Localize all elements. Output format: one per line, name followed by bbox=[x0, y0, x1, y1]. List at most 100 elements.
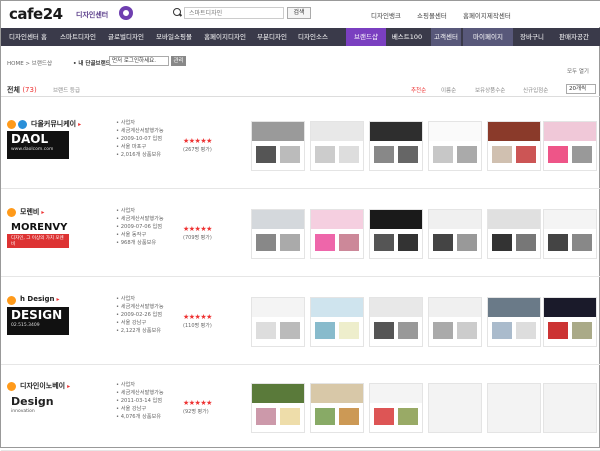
design-thumbnail[interactable] bbox=[369, 297, 423, 347]
design-thumbnail[interactable] bbox=[251, 297, 305, 347]
design-thumbnail[interactable] bbox=[428, 209, 482, 259]
vendor-info-line: 세금계산서발행가능 bbox=[116, 127, 164, 135]
design-thumbnail[interactable] bbox=[251, 209, 305, 259]
design-thumbnail[interactable] bbox=[251, 383, 305, 433]
link-shopping-center[interactable]: 쇼핑몰센터 bbox=[417, 12, 447, 20]
thumbnail-preview-block bbox=[311, 298, 363, 318]
vendor-logo[interactable]: MORENVY 디자인, 그 이상의 가치 모렌비 bbox=[7, 219, 69, 248]
nav-item-brand-shop[interactable]: 브랜드샵 bbox=[346, 28, 386, 46]
vendor-name-text: 모렌비 bbox=[20, 208, 40, 216]
sort-product-count[interactable]: 보유상품수순 bbox=[475, 86, 505, 94]
thumbnail-preview-block bbox=[280, 322, 300, 339]
nav-item-smart-design[interactable]: 스마트디자인 bbox=[55, 28, 101, 46]
vendor-logo[interactable]: DAOL www.daolcom.com bbox=[7, 131, 69, 159]
thumbnail-preview-block bbox=[433, 234, 453, 251]
thumbnail-preview-block bbox=[516, 146, 536, 163]
nav-item-mobile-mall[interactable]: 모바일쇼핑몰 bbox=[151, 28, 197, 46]
star-rating-icon: ★★★★★ bbox=[183, 399, 212, 407]
main-nav: 디자인센터 홈 스마트디자인 글로벌디자인 모바일쇼핑몰 홈페이지디자인 부분디… bbox=[1, 28, 600, 46]
tab-brand-rank[interactable]: 브랜드 등급 bbox=[53, 86, 80, 94]
logo-mark-icon bbox=[119, 6, 133, 20]
cafe24-logo[interactable]: cafe24 bbox=[9, 5, 63, 23]
thumbnail-preview-block bbox=[339, 322, 359, 339]
vendor-name[interactable]: 모렌비 ▸ bbox=[20, 207, 44, 217]
tab-all-count: (73) bbox=[22, 86, 37, 94]
vendor-name-text: 디자인이노베이 bbox=[20, 382, 66, 390]
star-rating-icon: ★★★★★ bbox=[183, 313, 212, 321]
vendor-info-line: 세금계산서발행가능 bbox=[116, 303, 164, 311]
thumbnail-preview-block bbox=[252, 122, 304, 142]
design-thumbnail[interactable] bbox=[543, 209, 597, 259]
thumbnail-preview-block bbox=[488, 122, 540, 142]
thumbnail-preview-block bbox=[572, 322, 592, 339]
search-input[interactable] bbox=[184, 7, 284, 19]
top-bar: cafe24 디자인센터 검색 디자인뱅크 쇼핑몰센터 홈페이지제작센터 bbox=[1, 1, 600, 27]
vendor-name[interactable]: h Design ▸ bbox=[20, 295, 60, 303]
design-thumbnail[interactable] bbox=[543, 121, 597, 171]
thumbnail-preview-block bbox=[252, 298, 304, 318]
design-thumbnail[interactable] bbox=[310, 297, 364, 347]
nav-item-design-source[interactable]: 디자인소스 bbox=[293, 28, 333, 46]
nav-item-partial-design[interactable]: 부분디자인 bbox=[253, 28, 291, 46]
thumbnail-preview-block bbox=[370, 122, 422, 142]
design-thumbnail[interactable] bbox=[369, 209, 423, 259]
design-thumbnail[interactable] bbox=[310, 121, 364, 171]
vendor-name[interactable]: 다올커뮤니케이 ▸ bbox=[31, 119, 81, 129]
vendor-logo-subtext: innovation bbox=[11, 409, 35, 414]
design-thumbnail[interactable] bbox=[487, 121, 541, 171]
tab-all-label: 전체 bbox=[7, 86, 20, 94]
vendor-rating: ★★★★★ (92명 평가) bbox=[183, 399, 212, 415]
thumbnail-preview-block bbox=[252, 384, 304, 404]
design-thumbnail[interactable] bbox=[428, 297, 482, 347]
design-thumbnail[interactable] bbox=[428, 121, 482, 171]
vendor-info-line: 968개 상품보유 bbox=[116, 239, 164, 247]
link-homepage-center[interactable]: 홈페이지제작센터 bbox=[463, 12, 511, 20]
vendor-info: 사업자세금계산서발행가능2009-02-26 입점서울 강남구2,122개 상품… bbox=[116, 295, 164, 335]
design-thumbnail[interactable] bbox=[251, 121, 305, 171]
thumbnail-preview-block bbox=[433, 146, 453, 163]
design-thumbnail[interactable] bbox=[543, 297, 597, 347]
design-thumbnail[interactable] bbox=[310, 383, 364, 433]
vendor-logo[interactable]: Design innovation bbox=[7, 393, 69, 421]
chevron-right-icon: ▸ bbox=[78, 121, 82, 128]
design-thumbnail[interactable] bbox=[487, 209, 541, 259]
design-thumbnail[interactable] bbox=[369, 121, 423, 171]
vendor-info-line: 서울 강남구 bbox=[116, 405, 164, 413]
thumbnail-preview-block bbox=[315, 146, 335, 163]
brand-rank-badge-icon bbox=[18, 120, 27, 129]
thumbnail-preview-block bbox=[548, 322, 568, 339]
review-count: (110명 평가) bbox=[183, 323, 212, 329]
thumbnail-preview-block bbox=[398, 408, 418, 425]
nav-item-cart[interactable]: 장바구니 bbox=[515, 28, 549, 46]
nav-item-homepage-design[interactable]: 홈페이지디자인 bbox=[199, 28, 251, 46]
design-thumbnail[interactable] bbox=[310, 209, 364, 259]
brand-rank-badge-icon bbox=[7, 296, 16, 305]
nav-item-best100[interactable]: 베스트100 bbox=[387, 28, 427, 46]
nav-item-global-design[interactable]: 글로벌디자인 bbox=[103, 28, 149, 46]
my-brand-select[interactable]: 먼저 로그인하세요. bbox=[109, 56, 169, 66]
per-page-select[interactable]: 20개씩 bbox=[566, 84, 596, 94]
search-button[interactable]: 검색 bbox=[287, 7, 311, 19]
expand-all-toggle[interactable]: 모두 열기 bbox=[567, 67, 589, 75]
my-brand-manage-button[interactable]: 관리 bbox=[171, 56, 186, 66]
link-design-bank[interactable]: 디자인뱅크 bbox=[371, 12, 401, 20]
breadcrumb: HOME > 브랜드샵 bbox=[7, 61, 53, 67]
sort-newest[interactable]: 신규입점순 bbox=[523, 86, 548, 94]
design-thumbnail[interactable] bbox=[487, 297, 541, 347]
vendor-logo[interactable]: DESIGN 02.515.3409 bbox=[7, 307, 69, 335]
nav-item-customer-center[interactable]: 고객센터 bbox=[431, 28, 461, 46]
thumbnail-preview-block bbox=[457, 234, 477, 251]
nav-item-my-page[interactable]: 마이페이지 bbox=[463, 28, 513, 46]
vendor-name[interactable]: 디자인이노베이 ▸ bbox=[20, 381, 70, 391]
sort-recommended[interactable]: 추천순 bbox=[411, 86, 426, 94]
vendor-logo-subtext: 02.515.3409 bbox=[11, 323, 40, 328]
page-frame: cafe24 디자인센터 검색 디자인뱅크 쇼핑몰센터 홈페이지제작센터 디자인… bbox=[0, 0, 600, 451]
nav-item-seller-space[interactable]: 판매자공간 bbox=[551, 28, 597, 46]
sort-name[interactable]: 이름순 bbox=[441, 86, 456, 94]
design-thumbnail[interactable] bbox=[369, 383, 423, 433]
thumbnail-preview-block bbox=[544, 122, 596, 142]
thumbnail-preview-block bbox=[429, 210, 481, 230]
tab-all[interactable]: 전체 (73) bbox=[7, 85, 37, 95]
nav-item-design-home[interactable]: 디자인센터 홈 bbox=[3, 28, 53, 46]
thumbnail-preview-block bbox=[572, 146, 592, 163]
